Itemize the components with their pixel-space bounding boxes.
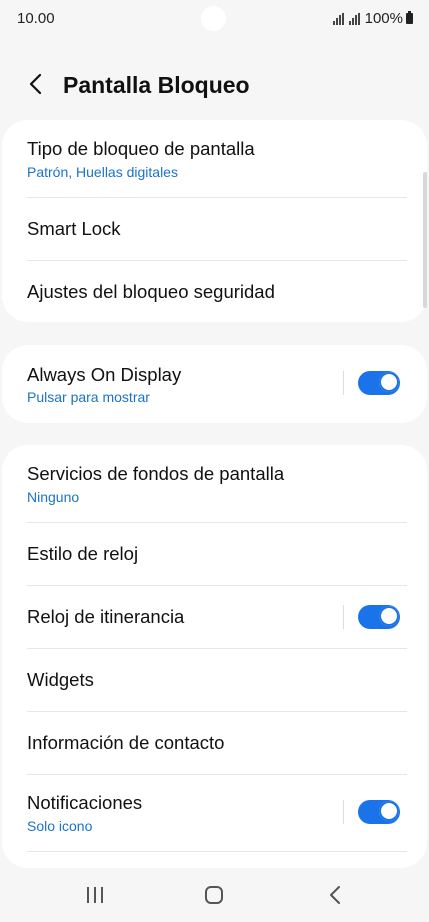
battery-icon [406, 11, 413, 24]
smart-lock-title: Smart Lock [27, 218, 121, 239]
wallpaper-services-item[interactable]: Servicios de fondos de pantalla Ninguno [2, 445, 427, 522]
toggle-knob [379, 801, 399, 821]
recents-icon [87, 887, 103, 903]
contact-info-item[interactable]: Información de contacto [2, 712, 427, 774]
notifications-item[interactable]: Notificaciones Solo icono [2, 775, 427, 851]
navigation-bar [0, 868, 429, 922]
divider [27, 851, 407, 852]
toggle-separator [343, 371, 344, 395]
clock-style-item[interactable]: Estilo de reloj [2, 523, 427, 585]
home-icon [205, 886, 223, 904]
lock-screen-card: Servicios de fondos de pantalla Ninguno … [2, 445, 427, 868]
wallpaper-services-title: Servicios de fondos de pantalla [27, 463, 285, 484]
battery-percent: 100% [364, 10, 403, 27]
smart-lock-item[interactable]: Smart Lock [2, 198, 427, 260]
lock-type-title: Tipo de bloqueo de pantalla [27, 138, 255, 159]
notifications-toggle[interactable] [358, 800, 400, 824]
secure-lock-settings-title: Ajustes del bloqueo seguridad [27, 281, 275, 302]
status-indicators: 100% [332, 10, 413, 27]
page-title: Pantalla Bloqueo [63, 72, 250, 98]
home-button[interactable] [194, 880, 234, 910]
status-time: 10.00 [17, 10, 55, 27]
signal-icon [348, 12, 361, 25]
signal-icon [332, 12, 345, 25]
camera-cutout [201, 6, 226, 31]
wallpaper-services-subtitle: Ninguno [27, 489, 80, 505]
scrollbar[interactable] [423, 172, 427, 308]
aod-card: Always On Display Pulsar para mostrar [2, 345, 427, 423]
back-icon [330, 886, 340, 904]
toggle-separator [343, 605, 344, 629]
notifications-subtitle: Solo icono [27, 818, 93, 834]
contact-info-title: Información de contacto [27, 732, 225, 753]
lock-type-item[interactable]: Tipo de bloqueo de pantalla Patrón, Huel… [2, 120, 427, 197]
header: Pantalla Bloqueo [0, 60, 429, 110]
aod-title: Always On Display [27, 364, 182, 385]
security-card: Tipo de bloqueo de pantalla Patrón, Huel… [2, 120, 427, 322]
aod-item[interactable]: Always On Display Pulsar para mostrar [2, 345, 427, 423]
back-button[interactable] [22, 70, 50, 98]
widgets-title: Widgets [27, 669, 94, 690]
roaming-clock-toggle[interactable] [358, 605, 400, 629]
lock-type-subtitle: Patrón, Huellas digitales [27, 164, 178, 180]
recents-button[interactable] [75, 880, 115, 910]
notifications-title: Notificaciones [27, 792, 143, 813]
aod-subtitle: Pulsar para mostrar [27, 389, 150, 405]
toggle-separator [343, 800, 344, 824]
aod-toggle[interactable] [358, 371, 400, 395]
status-bar: 10.00 100% [0, 0, 429, 36]
roaming-clock-title: Reloj de itinerancia [27, 606, 185, 627]
toggle-knob [379, 606, 399, 626]
roaming-clock-item[interactable]: Reloj de itinerancia [2, 586, 427, 648]
widgets-item[interactable]: Widgets [2, 649, 427, 711]
clock-style-title: Estilo de reloj [27, 543, 139, 564]
chevron-left-icon [29, 73, 42, 95]
toggle-knob [379, 372, 399, 392]
nav-back-button[interactable] [315, 880, 355, 910]
secure-lock-settings-item[interactable]: Ajustes del bloqueo seguridad [2, 261, 427, 322]
